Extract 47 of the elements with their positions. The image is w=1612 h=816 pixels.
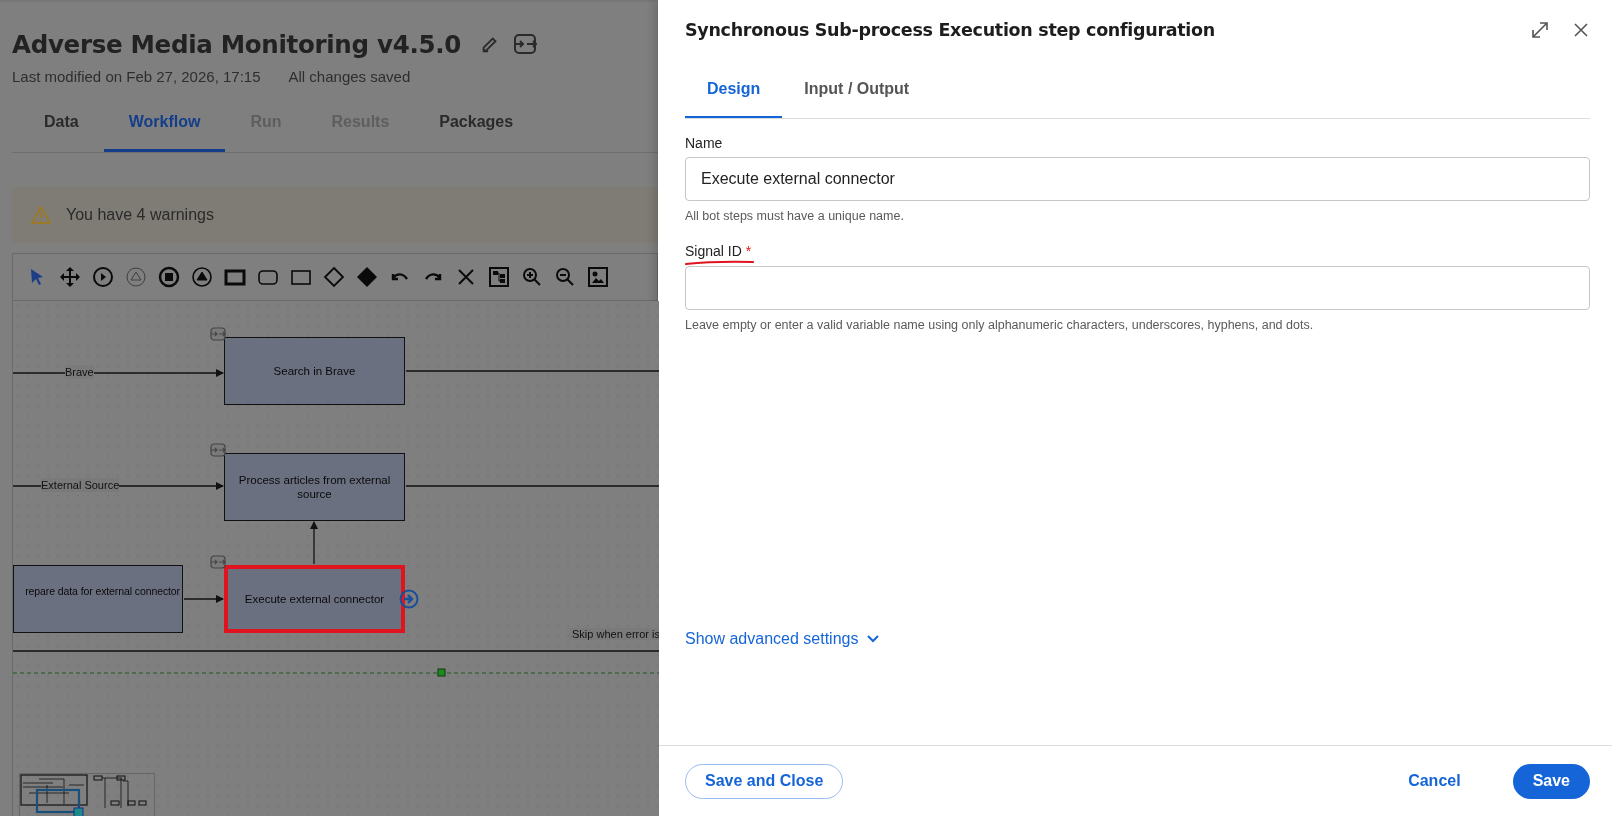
page-tab[interactable]: Workflow (103, 97, 226, 152)
connector-arrow (310, 521, 318, 565)
sub-process-icon[interactable] (512, 33, 537, 55)
text-input-field[interactable]: Execute external connector (685, 157, 1590, 201)
last-modified-text: Last modified on Feb 27, 2026, 17:15 (12, 68, 261, 85)
text-input-field[interactable] (685, 266, 1590, 310)
page-tab[interactable]: Data (12, 97, 104, 152)
edge-label: Brave (65, 365, 94, 379)
field-hint: Leave empty or enter a valid variable name using only alphanumeric characters, underscores, hyphens, and dots. (685, 318, 1315, 332)
connection-handle[interactable] (437, 668, 446, 677)
required-mark: * (745, 243, 752, 259)
layout-icon[interactable] (488, 266, 510, 288)
triangle-circle-icon[interactable] (191, 266, 213, 288)
close-icon[interactable] (1572, 21, 1590, 39)
minimap-drawing[interactable] (19, 773, 155, 816)
zoom-out-icon[interactable] (554, 266, 576, 288)
field-hint: All bot steps must have a unique name. (685, 209, 905, 223)
warning-icon (30, 205, 52, 225)
warning-text: You have 4 warnings (66, 206, 214, 224)
play-circle-icon[interactable] (92, 266, 114, 288)
expand-icon[interactable] (1530, 20, 1550, 40)
edge-label: Skip when error is (569, 628, 659, 640)
field-label: Name (685, 135, 723, 151)
field-label: Signal ID (685, 243, 742, 259)
edge-label: External Source (41, 478, 120, 492)
move-icon[interactable] (59, 266, 81, 288)
picture-frame-icon[interactable] (587, 266, 609, 288)
save-status-text: All changes saved (288, 68, 411, 85)
process-node[interactable]: repare data for external connector (13, 565, 183, 633)
panel-tab[interactable]: Input / Output (782, 60, 932, 118)
page-tab[interactable]: Packages (414, 97, 539, 152)
panel-title: Synchronous Sub-process Execution step configuration (685, 20, 1215, 40)
process-node[interactable]: Execute external connector (224, 565, 405, 633)
save-button[interactable]: Save (1512, 763, 1590, 799)
process-node[interactable]: Process articles from external source (224, 453, 405, 521)
connector-arrow (183, 595, 224, 603)
filled-diamond-icon[interactable] (356, 266, 378, 288)
advanced-settings-link[interactable]: Show advanced settings (685, 630, 881, 648)
zoom-in-icon[interactable] (521, 266, 543, 288)
page-title: Adverse Media Monitoring v4.5.0 (12, 29, 461, 59)
stop-circle-icon[interactable] (158, 266, 180, 288)
process-node[interactable]: Search in Brave (224, 337, 405, 405)
diamond-icon[interactable] (323, 266, 345, 288)
chevron-down-icon (866, 634, 881, 644)
panel-tab[interactable]: Design (685, 60, 783, 118)
annotation-underline (685, 260, 755, 266)
cancel-button[interactable]: Cancel (1388, 763, 1481, 799)
